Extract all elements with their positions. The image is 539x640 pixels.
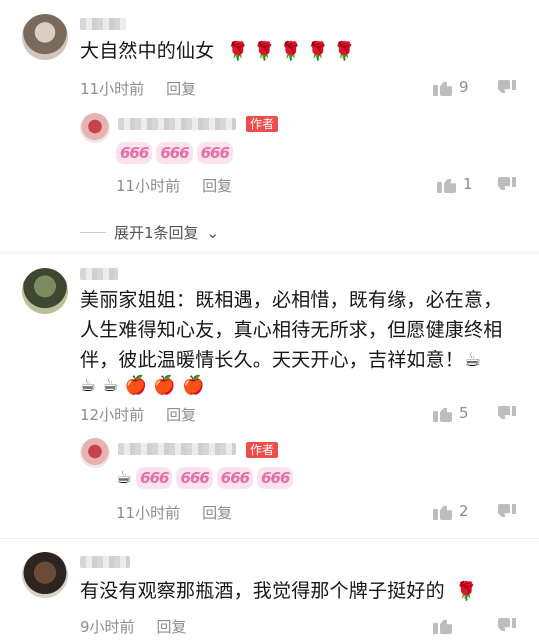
reply-meta: 11小时前 回复 [116,502,232,523]
timestamp: 12小时前 [80,406,145,424]
expand-label: 展开1条回复 [114,224,199,242]
like-count: 1 [463,175,473,193]
thumbs-down-icon[interactable] [498,618,516,634]
avatar[interactable] [22,14,68,60]
reply-emojis: 666 666 666 [116,142,233,164]
username-blurred[interactable] [80,18,126,30]
username-blurred[interactable] [80,268,118,280]
emoji-group: 🌹 🌹 🌹 🌹 🌹 [226,41,356,62]
comment-meta: 12小时前 回复 [80,404,196,425]
like-button[interactable]: 1 [437,175,473,193]
timestamp: 11小时前 [116,504,181,522]
avatar[interactable] [80,438,110,468]
avatar[interactable] [22,268,68,314]
thumbs-down-icon[interactable] [498,80,516,96]
comment-text: 大自然中的仙女 🌹 🌹 🌹 🌹 🌹 [80,40,356,62]
thumbs-up-icon [433,502,453,520]
username-blurred[interactable] [80,556,130,568]
comment-meta: 11小时前 回复 [80,78,196,99]
username-blurred[interactable] [118,118,236,130]
comment-meta: 9小时前 回复 [80,616,187,637]
divider [0,538,539,539]
thumbs-up-icon [437,175,457,193]
thumbs-up-icon [433,78,453,96]
author-badge: 作者 [246,442,279,458]
thumbs-down-icon[interactable] [498,504,516,520]
thumbs-down-icon[interactable] [498,177,516,193]
reply-button[interactable]: 回复 [166,78,196,99]
comment-text: 美丽家姐姐：既相遇，必相惜，既有缘，必在意， 人生难得知心友，真心相待无所求，但… [80,285,520,397]
author-badge: 作者 [246,116,279,132]
reply-button[interactable]: 回复 [202,175,232,196]
divider [0,252,539,253]
divider-line [80,232,106,233]
emoji-group: ☕ ☕ 🍎 🍎 🍎 [80,375,205,396]
like-count: 2 [459,502,469,520]
comment-text: 有没有观察那瓶酒，我觉得那个牌子挺好的 🌹 [80,580,478,602]
reply-emojis: ☕ 666 666 666 666 [116,467,294,489]
like-button[interactable]: 9 [433,78,469,96]
like-button[interactable]: 5 [433,404,469,422]
like-count: 9 [459,78,469,96]
thumbs-down-icon[interactable] [498,406,516,422]
thumbs-up-icon [433,616,453,634]
reply-button[interactable]: 回复 [157,616,187,637]
timestamp: 11小时前 [80,80,145,98]
avatar[interactable] [80,113,110,143]
expand-replies-button[interactable]: 展开1条回复 ⌄ [80,222,219,243]
emoji-group: 🌹 [455,581,478,602]
timestamp: 9小时前 [80,618,135,636]
timestamp: 11小时前 [116,177,181,195]
reply-meta: 11小时前 回复 [116,175,232,196]
reply-button[interactable]: 回复 [166,404,196,425]
thumbs-up-icon [433,404,453,422]
chevron-down-icon: ⌄ [206,223,220,242]
like-button[interactable] [433,616,453,634]
username-blurred[interactable] [118,443,236,455]
like-count: 5 [459,404,469,422]
like-button[interactable]: 2 [433,502,469,520]
reply-button[interactable]: 回复 [202,502,232,523]
avatar[interactable] [22,552,68,598]
